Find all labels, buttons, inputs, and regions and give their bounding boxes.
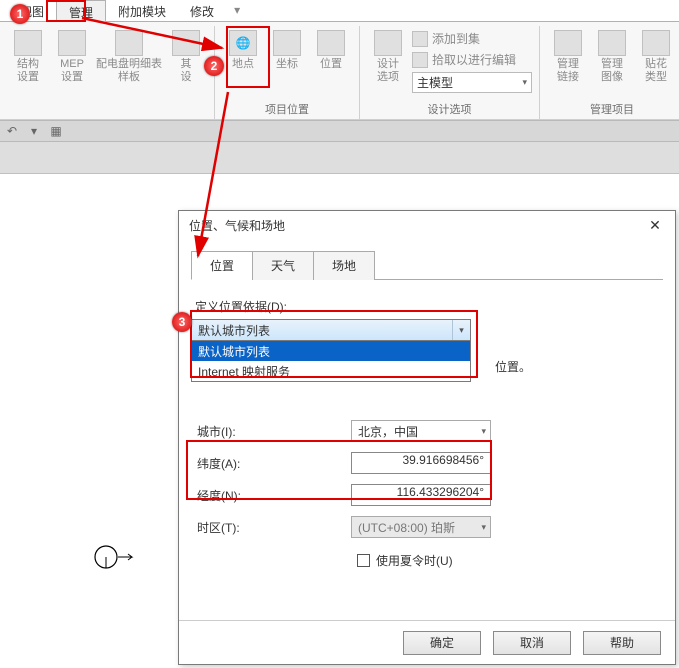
small-add-to-set[interactable]: 添加到集 [412, 30, 532, 47]
chevron-down-icon: ▾ [481, 426, 486, 437]
latitude-input[interactable]: 39.916698456° [351, 452, 491, 474]
callout-1: 1 [10, 4, 30, 24]
dialog-tabs: 位置 天气 场地 [191, 251, 663, 280]
small-pick-edit[interactable]: 拾取以进行编辑 [412, 51, 532, 68]
add-icon [412, 31, 428, 47]
ribbon-group-design-options: 设计 选项 添加到集 拾取以进行编辑 主模型▾ 设计选项 [360, 26, 540, 119]
chevron-down-icon: ▾ [481, 522, 486, 533]
form-rows: 城市(I): 北京，中国▾ 纬度(A): 39.916698456° 经度(N)… [191, 420, 663, 538]
tab-site[interactable]: 场地 [313, 251, 375, 280]
cancel-button[interactable]: 取消 [493, 631, 571, 655]
ribbon-item-coords[interactable]: 坐标 [267, 30, 307, 71]
ribbon-item-images[interactable]: 管理 图像 [592, 30, 632, 84]
tab-weather[interactable]: 天气 [252, 251, 314, 280]
callout-2: 2 [204, 56, 224, 76]
dst-checkbox[interactable] [357, 554, 370, 567]
group-title-design: 设计选项 [428, 101, 472, 119]
ok-button[interactable]: 确定 [403, 631, 481, 655]
dialog-body: 位置 天气 场地 定义位置依据(D): 默认城市列表 ▾ 默认城市列表 Inte… [179, 239, 675, 620]
city-select[interactable]: 北京，中国▾ [351, 420, 491, 442]
globe-icon: 🌐 [229, 30, 257, 56]
decal-icon [642, 30, 670, 56]
coords-icon [273, 30, 301, 56]
ribbon-item-structure[interactable]: 结构 设置 [8, 30, 48, 84]
define-by-label: 定义位置依据(D): [195, 298, 663, 315]
longitude-input[interactable]: 116.433296204° [351, 484, 491, 506]
ribbon: 结构 设置 MEP 设置 配电盘明细表 样板 其 设 🌐地点 坐标 位置 项目位… [0, 22, 679, 120]
combo-opt-default-cities[interactable]: 默认城市列表 [192, 341, 470, 361]
schedule-icon [115, 30, 143, 56]
group-title-manage-project: 管理项目 [590, 101, 634, 119]
menu-tab-addins[interactable]: 附加模块 [106, 0, 178, 21]
dst-row[interactable]: 使用夏令时(U) [357, 552, 663, 569]
callout-3: 3 [172, 312, 192, 332]
drawing-cursor [92, 542, 136, 572]
ribbon-item-decals[interactable]: 贴花 类型 [636, 30, 676, 84]
menu-tab-overflow[interactable]: ▾ [226, 0, 248, 21]
info-tail-text: 位置。 [495, 358, 531, 375]
dialog-title: 位置、气候和场地 [189, 217, 285, 234]
ribbon-item-design-options[interactable]: 设计 选项 [368, 30, 408, 84]
dialog-footer: 确定 取消 帮助 [179, 620, 675, 664]
chevron-down-icon: ▾ [522, 77, 527, 88]
ribbon-item-position[interactable]: 位置 [311, 30, 351, 71]
help-button[interactable]: 帮助 [583, 631, 661, 655]
location-dialog: 位置、气候和场地 ✕ 位置 天气 场地 定义位置依据(D): 默认城市列表 ▾ … [178, 210, 676, 665]
tab-location[interactable]: 位置 [191, 251, 253, 280]
menu-tab-manage[interactable]: 管理 [56, 0, 106, 22]
combo-opt-internet-map[interactable]: Internet 映射服务 [192, 361, 470, 381]
design-option-dropdown[interactable]: 主模型▾ [412, 72, 532, 93]
links-icon [554, 30, 582, 56]
close-button[interactable]: ✕ [641, 214, 669, 236]
chevron-down-icon: ▾ [452, 320, 470, 340]
structure-icon [14, 30, 42, 56]
menu-tab-modify[interactable]: 修改 [178, 0, 226, 21]
ribbon-group-location: 🌐地点 坐标 位置 项目位置 [215, 26, 360, 119]
ribbon-item-location[interactable]: 🌐地点 [223, 30, 263, 71]
define-by-combo[interactable]: 默认城市列表 ▾ [191, 319, 471, 341]
latitude-label: 纬度(A): [191, 455, 351, 472]
longitude-label: 经度(N): [191, 487, 351, 504]
overflow-icon[interactable]: ▾ [26, 123, 42, 139]
combo-list: 默认城市列表 Internet 映射服务 [191, 341, 471, 382]
timezone-select: (UTC+08:00) 珀斯▾ [351, 516, 491, 538]
images-icon [598, 30, 626, 56]
ribbon-small-column: 添加到集 拾取以进行编辑 主模型▾ [412, 30, 531, 93]
grey-strip [0, 142, 679, 174]
ribbon-item-panel-schedule[interactable]: 配电盘明细表 样板 [96, 30, 162, 84]
secondary-toolbar: ↶ ▾ ▦ [0, 120, 679, 142]
timezone-label: 时区(T): [191, 519, 351, 536]
city-label: 城市(I): [191, 423, 351, 440]
pick-icon [412, 52, 428, 68]
ribbon-item-mep[interactable]: MEP 设置 [52, 30, 92, 84]
design-icon [374, 30, 402, 56]
mep-icon [58, 30, 86, 56]
grid-icon[interactable]: ▦ [48, 123, 64, 139]
group-title-location: 项目位置 [265, 101, 309, 119]
position-icon [317, 30, 345, 56]
combo-selected-text: 默认城市列表 [192, 322, 276, 339]
gear-icon [172, 30, 200, 56]
ribbon-group-manage-project: 管理 链接 管理 图像 贴花 类型 管理项目 [540, 26, 679, 119]
ribbon-group-settings: 结构 设置 MEP 设置 配电盘明细表 样板 其 设 [0, 26, 215, 119]
dst-label: 使用夏令时(U) [376, 552, 453, 569]
dialog-titlebar: 位置、气候和场地 ✕ [179, 211, 675, 239]
ribbon-item-links[interactable]: 管理 链接 [548, 30, 588, 84]
menu-tabs: 视图 管理 附加模块 修改 ▾ [0, 0, 679, 22]
ribbon-item-other[interactable]: 其 设 [166, 30, 206, 84]
group-title-blank [105, 105, 108, 119]
undo-icon[interactable]: ↶ [4, 123, 20, 139]
